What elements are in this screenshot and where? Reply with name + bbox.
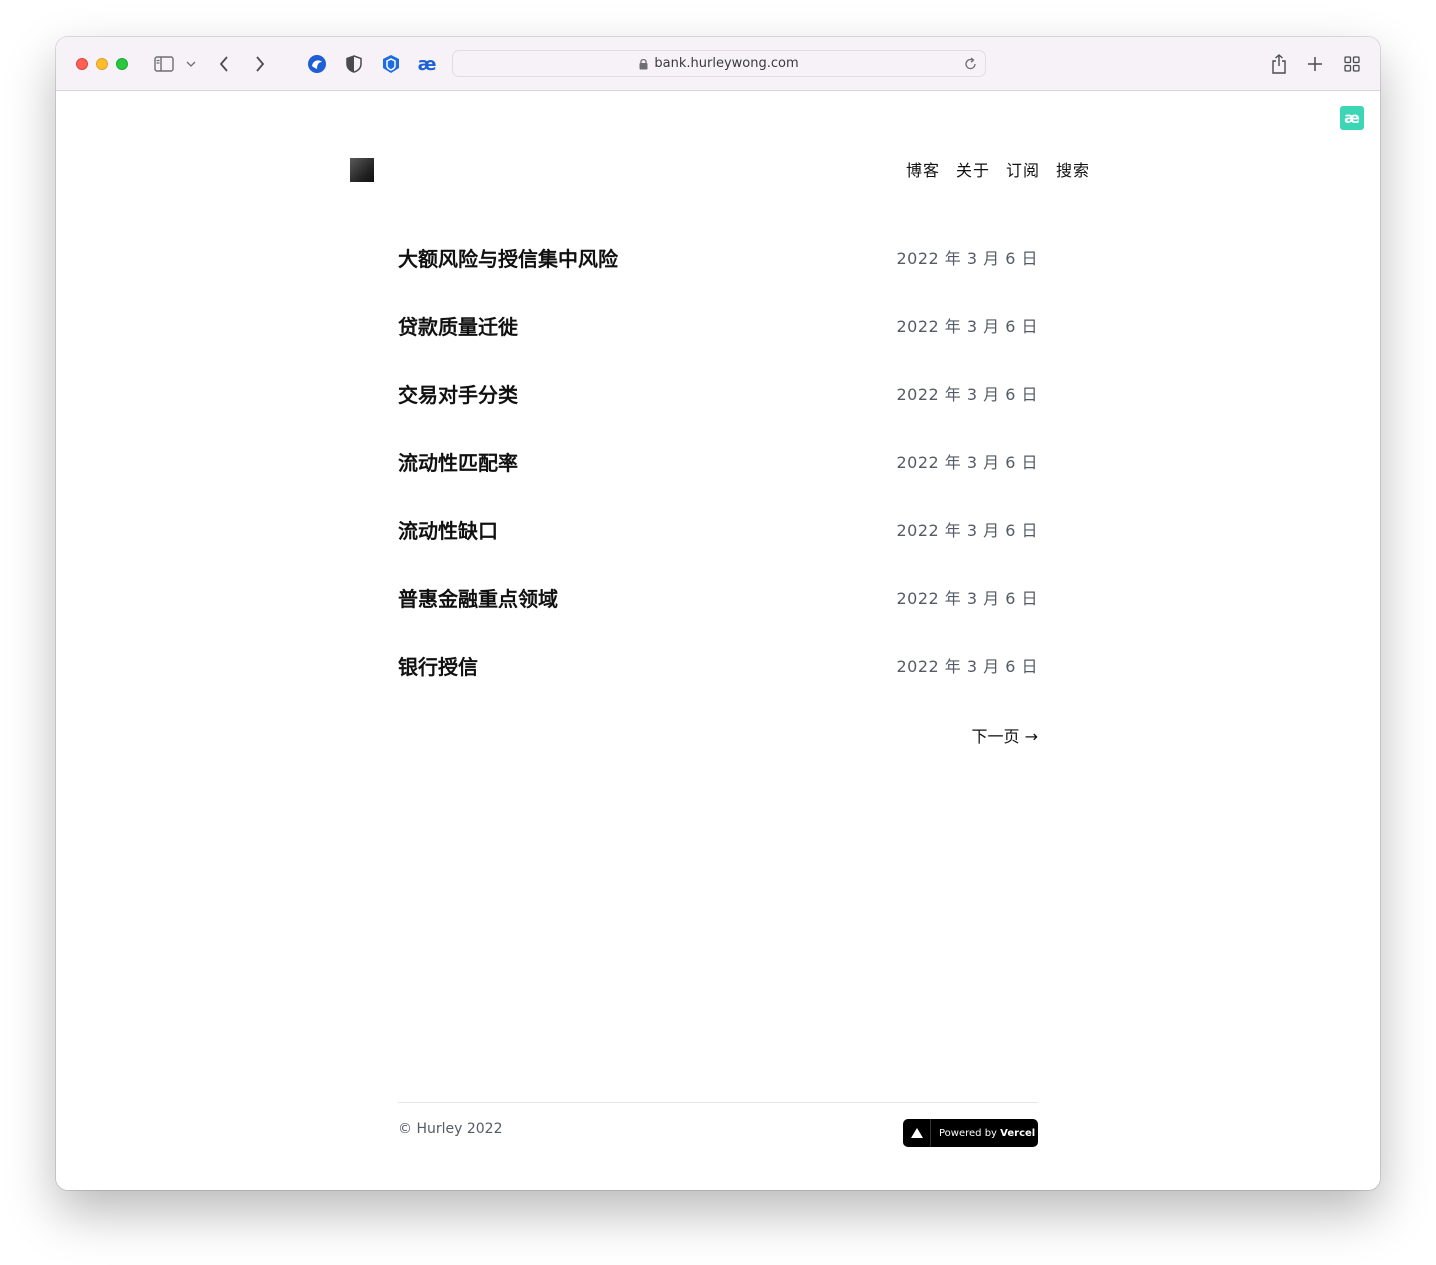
next-page-link[interactable]: 下一页 →	[956, 725, 1039, 749]
post-date: 2022 年 3 月 6 日	[896, 385, 1038, 404]
post-date: 2022 年 3 月 6 日	[896, 453, 1038, 472]
post-title[interactable]: 普惠金融重点领域	[398, 585, 558, 613]
copyright-text: © Hurley 2022	[398, 1121, 503, 1137]
zoom-window-button[interactable]	[116, 58, 128, 70]
post-item: 普惠金融重点领域 2022 年 3 月 6 日	[398, 585, 1038, 653]
browser-window: æ bank.hurleywong.com æ 博客 关于 订阅 搜索 大额风险…	[56, 37, 1380, 1190]
vercel-brand: Vercel	[1000, 1127, 1036, 1139]
post-date: 2022 年 3 月 6 日	[896, 249, 1038, 268]
vercel-badge-text: Powered by Vercel	[931, 1128, 1035, 1139]
post-date: 2022 年 3 月 6 日	[896, 589, 1038, 608]
share-icon[interactable]	[1268, 52, 1290, 76]
post-date: 2022 年 3 月 6 日	[896, 521, 1038, 540]
bitwarden-shield-icon[interactable]	[380, 52, 402, 76]
footer-divider	[398, 1102, 1038, 1103]
page-content: æ 博客 关于 订阅 搜索 大额风险与授信集中风险 2022 年 3 月 6 日…	[56, 91, 1380, 1190]
powered-by-vercel-badge[interactable]: Powered by Vercel	[903, 1119, 1038, 1147]
ae-badge-icon[interactable]: æ	[1340, 106, 1364, 130]
lock-icon	[639, 58, 648, 69]
nav-search[interactable]: 搜索	[1056, 157, 1090, 181]
post-date: 2022 年 3 月 6 日	[896, 657, 1038, 676]
nav-blog[interactable]: 博客	[906, 157, 940, 181]
post-title[interactable]: 流动性缺口	[398, 517, 498, 545]
post-title[interactable]: 流动性匹配率	[398, 449, 518, 477]
post-title[interactable]: 交易对手分类	[398, 381, 518, 409]
tab-overview-icon[interactable]	[1341, 52, 1363, 76]
post-date: 2022 年 3 月 6 日	[896, 317, 1038, 336]
new-tab-icon[interactable]	[1304, 52, 1326, 76]
reload-icon[interactable]	[964, 57, 977, 71]
ae-extension-icon[interactable]: æ	[416, 52, 438, 76]
sidebar-toggle-icon[interactable]	[152, 52, 176, 76]
shield-icon[interactable]	[344, 52, 364, 76]
post-item: 流动性匹配率 2022 年 3 月 6 日	[398, 449, 1038, 517]
vercel-triangle-icon	[903, 1119, 931, 1147]
site-logo[interactable]	[350, 158, 374, 182]
chevron-down-icon[interactable]	[184, 52, 198, 76]
forward-icon[interactable]	[252, 52, 268, 76]
post-item: 交易对手分类 2022 年 3 月 6 日	[398, 381, 1038, 449]
post-item: 大额风险与授信集中风险 2022 年 3 月 6 日	[398, 245, 1038, 313]
post-title[interactable]: 大额风险与授信集中风险	[398, 245, 618, 273]
url-text: bank.hurleywong.com	[654, 56, 799, 71]
post-list: 大额风险与授信集中风险 2022 年 3 月 6 日 贷款质量迁徙 2022 年…	[398, 245, 1038, 721]
main-nav: 博客 关于 订阅 搜索	[906, 157, 1090, 181]
post-item: 流动性缺口 2022 年 3 月 6 日	[398, 517, 1038, 585]
post-item: 银行授信 2022 年 3 月 6 日	[398, 653, 1038, 721]
address-bar[interactable]: bank.hurleywong.com	[452, 50, 986, 77]
post-title[interactable]: 贷款质量迁徙	[398, 313, 518, 341]
minimize-window-button[interactable]	[96, 58, 108, 70]
back-icon[interactable]	[216, 52, 232, 76]
nav-subscribe[interactable]: 订阅	[1006, 157, 1040, 181]
privacy-extension-icon[interactable]	[306, 52, 328, 76]
post-item: 贷款质量迁徙 2022 年 3 月 6 日	[398, 313, 1038, 381]
browser-toolbar: æ bank.hurleywong.com	[56, 37, 1380, 91]
post-title[interactable]: 银行授信	[398, 653, 478, 681]
nav-about[interactable]: 关于	[956, 157, 990, 181]
close-window-button[interactable]	[76, 58, 88, 70]
vercel-prefix: Powered by	[939, 1127, 997, 1139]
